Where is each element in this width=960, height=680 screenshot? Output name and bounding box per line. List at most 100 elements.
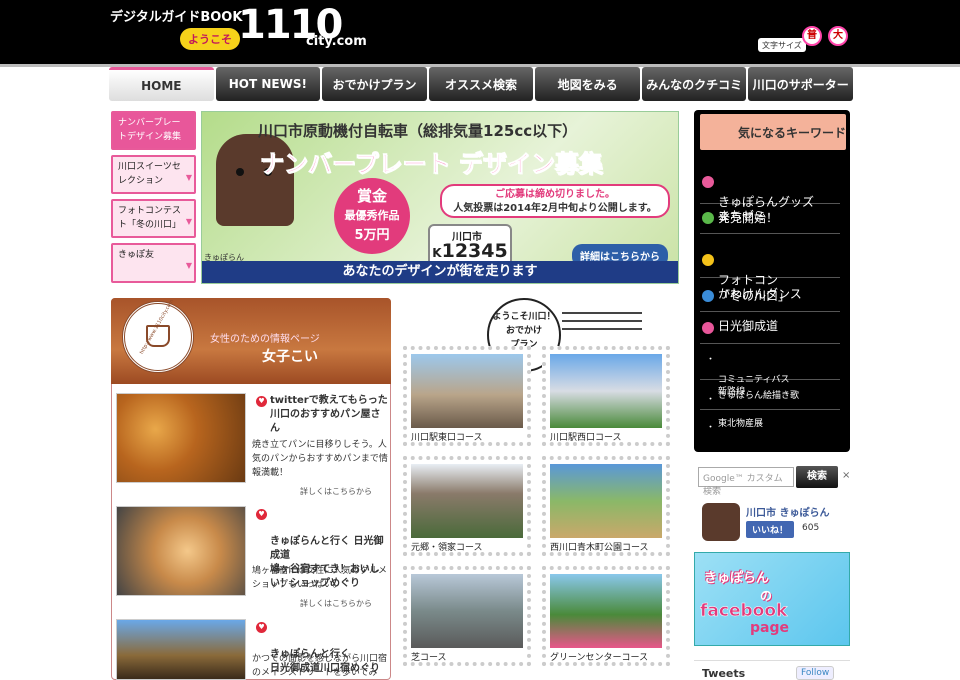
course-card[interactable]: 西川口青木町公園コース (542, 456, 670, 556)
tab-kyupo-friends[interactable]: きゅぽ友 ▼ (111, 243, 196, 283)
fb-banner-line4: page (750, 620, 789, 636)
keyword-dance[interactable]: かわけんダンス (700, 284, 840, 312)
bullet-icon: ・ (706, 395, 716, 405)
course-card[interactable]: 元郷・領家コース (403, 456, 531, 556)
girls-item-title[interactable]: ♥ twitterで教えてもらった川口のおすすめパン屋さん (256, 394, 388, 436)
nav-supporters[interactable]: 川口のサポーター (748, 67, 854, 101)
course-photo (411, 574, 523, 648)
number-plate-banner[interactable]: きゅぽらん 川口市原動機付自転車（総排気量125cc以下） ナンバープレート デ… (201, 111, 679, 284)
keyword-label: 日光御成道 (718, 319, 779, 333)
sweets-photo[interactable] (116, 506, 246, 596)
site-logo-suffix[interactable]: city.com (306, 34, 367, 49)
course-label: 川口駅東口コース (411, 433, 483, 443)
tab-photo-contest[interactable]: フォトコンテスト「冬の川口」 ▼ (111, 199, 196, 238)
tab-sweets[interactable]: 川口スイーツセレクション ▼ (111, 155, 196, 194)
crown-icon (702, 176, 714, 188)
course-card[interactable]: 芝コース (403, 566, 531, 666)
vote-text: 人気投票は2014年2月中旬より公開します。 (453, 203, 657, 214)
course-label: 西川口青木町公園コース (550, 543, 649, 553)
girls-subtitle: 女性のための情報ページ (210, 334, 320, 345)
course-label: 芝コース (411, 653, 447, 663)
award-label: 賞金 (356, 187, 387, 205)
course-photo (411, 354, 523, 428)
bread-photo[interactable] (116, 393, 246, 483)
tab-label: きゅぽ友 (118, 250, 155, 260)
chevron-down-icon: ▼ (185, 172, 192, 182)
main-nav: HOME HOT NEWS! おでかけプラン オススメ検索 地図をみる みんなの… (109, 67, 854, 101)
course-card[interactable]: 川口駅西口コース (542, 346, 670, 446)
tab-label: フォトコンテスト「冬の川口」 (118, 206, 182, 230)
girls-item-body: 焼き立てパンに目移りしそう。人気のパンからおすすめパンまで情報満載！ (252, 440, 388, 478)
facebook-page-name[interactable]: 川口市 きゅぽらん (746, 504, 829, 519)
banner-bottom-caption: あなたのデザインが街を走ります (202, 261, 678, 283)
award-text: 最優秀作品 (344, 209, 400, 222)
keyword-machizemi[interactable]: まちゼミ (700, 206, 840, 234)
girls-item-title-text: twitterで教えてもらった川口のおすすめパン屋さん (270, 395, 388, 434)
nav-recommend-search[interactable]: オススメ検索 (428, 67, 534, 101)
font-size-large-button[interactable]: 大 (828, 26, 848, 46)
clear-search-icon[interactable]: × (842, 470, 850, 481)
nav-map[interactable]: 地図をみる (535, 67, 640, 101)
shrine-photo[interactable] (116, 619, 246, 680)
postmark-wave (562, 312, 642, 314)
keyword-photocon[interactable]: フォトコン 「冬の川口」 (700, 238, 840, 303)
nav-home[interactable]: HOME (109, 67, 214, 101)
course-card[interactable]: グリーンセンターコース (542, 566, 670, 666)
more-link[interactable]: 詳しくはこちらから (300, 486, 372, 497)
award-amount: 5万円 (354, 228, 390, 243)
keyword-label: きゅぽらん絵描き歌 (718, 391, 800, 401)
keyword-label: かわけんダンス (718, 287, 802, 301)
handbag-icon (146, 325, 170, 347)
girls-title: 女子こい (262, 349, 318, 365)
postmark-wave (562, 320, 642, 322)
postmark-wave (562, 328, 642, 330)
closed-text: ご応募は締め切りました。 (495, 189, 615, 200)
girls-item-body: 鳩ヶ谷宿には女性に人気のグルメショップもいっぱい。 (252, 566, 388, 590)
twitter-follow-button[interactable]: Follow (796, 666, 835, 680)
course-card[interactable]: 川口駅東口コース (403, 346, 531, 446)
nav-outing-plan[interactable]: おでかけプラン (322, 67, 427, 101)
banner-headline: ナンバープレート デザイン募集 (260, 150, 604, 179)
bullet-icon: ・ (706, 355, 716, 365)
plate-prefix: K (432, 246, 442, 260)
facebook-like-button[interactable]: いいね！ (746, 521, 795, 538)
more-link[interactable]: 詳しくはこちらから (300, 598, 372, 609)
course-photo (550, 354, 662, 428)
course-photo (550, 464, 662, 538)
crown-icon (702, 254, 714, 266)
keyword-community-bus[interactable]: ・ コミュニティバス 新路線 (700, 348, 840, 397)
stamp-line2: おでかけ (505, 326, 542, 336)
facebook-avatar[interactable] (702, 503, 740, 541)
tab-label: ナンバープレートデザイン募集 (118, 118, 182, 142)
girls-item-body: かつての面影を感じながら川口宿のメインストリートを歩いてみ (252, 654, 388, 678)
keyword-label: まちゼミ (718, 209, 767, 223)
course-photo (411, 464, 523, 538)
bullet-icon: ・ (706, 423, 716, 433)
course-label: グリーンセンターコース (550, 653, 649, 663)
plate-city: 川口市 (452, 232, 482, 243)
fb-banner-line3: facebook (700, 601, 788, 622)
nav-reviews[interactable]: みんなのクチコミ (641, 67, 747, 101)
tab-number-plate[interactable]: ナンバープレートデザイン募集 (111, 111, 196, 150)
course-label: 川口駅西口コース (550, 433, 622, 443)
plate-number: 12345 (441, 240, 508, 262)
chevron-down-icon: ▼ (185, 261, 192, 270)
nav-hot-news[interactable]: HOT NEWS! (215, 67, 321, 101)
keyword-tohoku-fair[interactable]: ・ 東北物産展 (700, 414, 840, 438)
site-search-input[interactable]: Google™ カスタム検索 (698, 467, 794, 497)
course-photo (550, 574, 662, 648)
keyword-drawing-song[interactable]: ・ きゅぽらん絵描き歌 (700, 386, 840, 410)
crown-icon (702, 322, 714, 334)
heart-icon: ♥ (256, 396, 267, 407)
tab-label: 川口スイーツセレクション (118, 162, 181, 186)
character-eye (236, 168, 244, 176)
fb-banner-line1: きゅぽらん (704, 571, 770, 586)
award-badge: 賞金 最優秀作品 5万円 (334, 178, 410, 254)
keyword-onari-road[interactable]: 日光御成道 (700, 316, 840, 344)
font-size-medium-button[interactable]: 普 (802, 26, 822, 46)
search-button[interactable]: 検索 (796, 466, 838, 488)
guide-book-label: デジタルガイドBOOK (110, 10, 243, 25)
facebook-like-count: 605 (802, 523, 820, 533)
keyword-heading: 気になるキーワード (700, 114, 846, 150)
keyword-goods[interactable]: きゅぽらんグッズ 発売開始！ (700, 160, 840, 225)
